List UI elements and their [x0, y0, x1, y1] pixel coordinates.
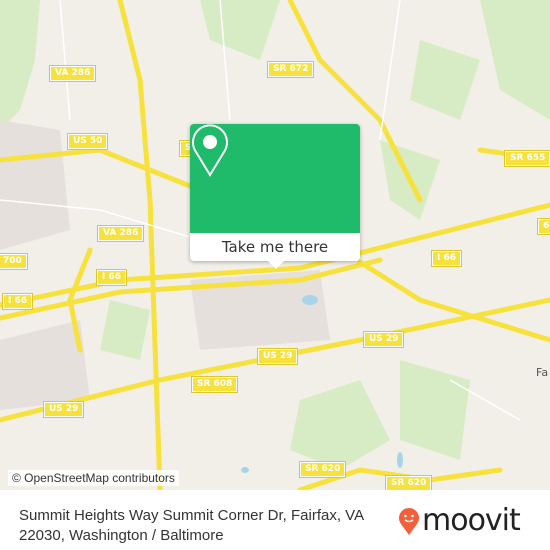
road-label: SR 672 — [266, 61, 315, 78]
road-label: SR 655 — [503, 150, 550, 167]
road-label: SR 620 — [298, 461, 347, 478]
road-label: 700 — [0, 253, 28, 270]
road-label: VA 286 — [48, 65, 97, 82]
road-label: US 29 — [42, 401, 85, 418]
map[interactable]: VA 286 US 50 SR 672 SR 655 I 66 VA 286 7… — [0, 0, 550, 490]
map-pin-icon — [192, 124, 228, 177]
road-label: SR 620 — [384, 475, 433, 490]
logo-text: moovit — [422, 503, 521, 538]
road-label: SR 608 — [190, 376, 239, 393]
place-label: Fa — [536, 366, 549, 379]
road-label: US 50 — [66, 133, 109, 150]
map-attribution[interactable]: © OpenStreetMap contributors — [8, 470, 179, 486]
road-label: I 66 — [430, 250, 463, 267]
address-text: Summit Heights Way Summit Corner Dr, Fai… — [19, 507, 364, 544]
popup-header — [190, 124, 360, 233]
road-label: VA 286 — [96, 225, 145, 242]
road-label: US 29 — [256, 348, 299, 365]
moovit-pin-icon — [399, 507, 419, 535]
road-label: I 66 — [1, 293, 34, 310]
road-label: US 29 — [362, 331, 405, 348]
destination-popup: Take me there — [190, 124, 360, 269]
take-me-there-button[interactable]: Take me there — [190, 233, 360, 261]
road-label: 66 — [537, 218, 550, 235]
moovit-logo: moovit — [398, 503, 521, 538]
road-label: I 66 — [95, 269, 128, 286]
